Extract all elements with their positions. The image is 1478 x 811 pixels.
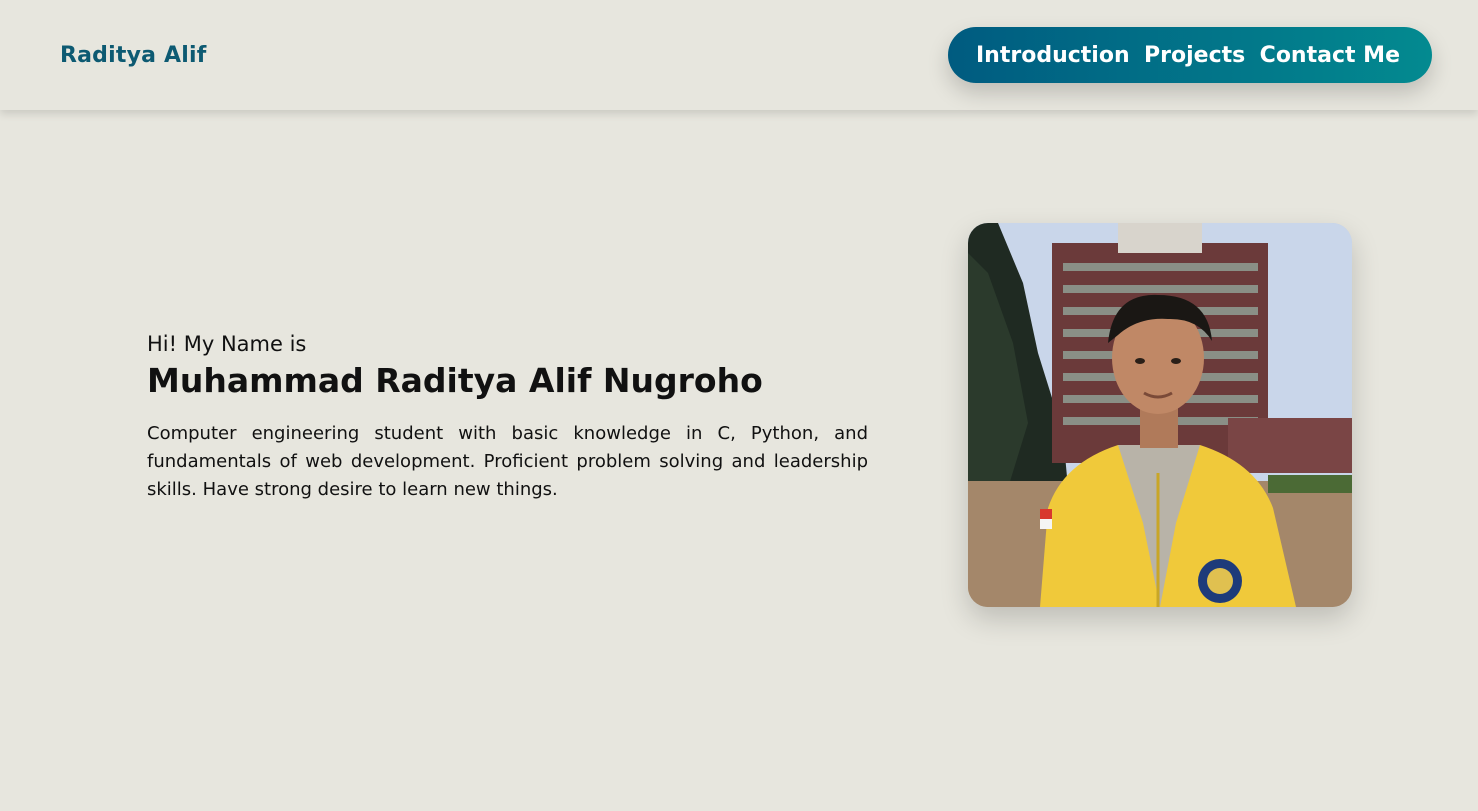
nav-link-introduction[interactable]: Introduction [976,43,1130,68]
nav-link-contact-me[interactable]: Contact Me [1260,43,1400,68]
greeting-text: Hi! My Name is [147,332,307,356]
hero-name: Muhammad Raditya Alif Nugroho [147,361,763,400]
profile-photo [968,223,1352,607]
brand-logo-text[interactable]: Raditya Alif [60,42,207,70]
main-nav: Introduction Projects Contact Me [948,27,1432,83]
hero-intro: Hi! My Name is Muhammad Raditya Alif Nug… [147,330,868,504]
profile-photo-illustration [968,223,1352,607]
nav-link-projects[interactable]: Projects [1144,43,1245,68]
hero-bio: Computer engineering student with basic … [147,423,868,500]
site-header: Raditya Alif Introduction Projects Conta… [0,0,1478,110]
